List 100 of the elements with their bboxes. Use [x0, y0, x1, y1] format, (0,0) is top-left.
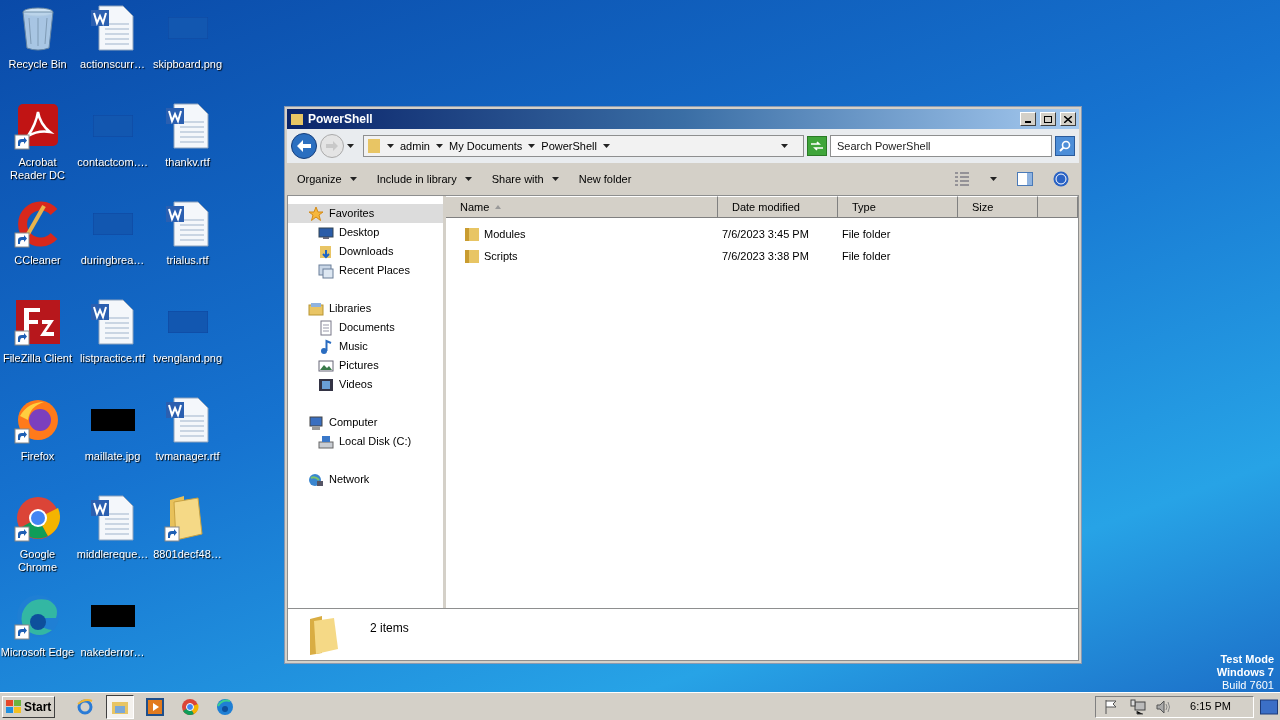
nav-item[interactable]: Music [288, 337, 443, 356]
nav-item[interactable]: Documents [288, 318, 443, 337]
breadcrumb-item[interactable]: admin [400, 137, 430, 155]
show-desktop-icon[interactable] [1260, 698, 1278, 715]
nav-item[interactable]: Favorites [288, 204, 443, 223]
desktop-icon-label[interactable]: nakederror… [80, 646, 145, 659]
desktop-icon-label[interactable]: actionscurr… [80, 58, 145, 71]
browser-icon [216, 697, 235, 716]
desktop-icon-label[interactable]: duringbrea… [80, 254, 145, 267]
browser-icon [181, 697, 200, 716]
nav-item[interactable]: Local Disk (C:) [288, 432, 443, 451]
picture-icon [318, 357, 334, 374]
desktop-icon-label[interactable]: FileZilla Client [2, 352, 73, 365]
help-icon[interactable] [1053, 171, 1069, 187]
desktop-icon-label[interactable]: Google Chrome [0, 548, 75, 574]
taskbar-button[interactable] [106, 694, 135, 719]
preview-pane-icon[interactable] [1017, 172, 1033, 186]
item-count: 2 items [370, 620, 409, 637]
volume-icon[interactable] [1156, 698, 1173, 715]
table-cell-text: File folder [841, 226, 892, 242]
search-icon [1059, 140, 1071, 152]
caret-icon [349, 177, 357, 181]
browser-icon [76, 697, 95, 716]
table-cell-text: 7/6/2023 3:45 PM [721, 226, 810, 242]
folder-icon [464, 226, 480, 242]
arrow-left-icon [297, 140, 311, 152]
table-cell-text: File folder [841, 248, 892, 264]
network-icon[interactable] [1130, 698, 1147, 715]
nav-item[interactable]: Libraries [288, 299, 443, 318]
column-header[interactable]: Size [958, 196, 1038, 218]
nav-item[interactable]: Recent Places [288, 261, 443, 280]
desktop-icon-label[interactable]: middlereque… [76, 548, 149, 561]
toolbar-button[interactable]: Share with [491, 170, 559, 188]
search-field[interactable]: Search PowerShell [830, 135, 1052, 157]
desktop-icon-label[interactable]: maillate.jpg [84, 450, 141, 463]
caret-icon [551, 177, 559, 181]
refresh-button[interactable] [807, 136, 827, 156]
caret-icon [387, 144, 394, 148]
desktop-icon-label[interactable]: Microsoft Edge [0, 646, 75, 659]
watermark-text: Windows 7 [1216, 666, 1274, 679]
nav-item[interactable]: Desktop [288, 223, 443, 242]
clock[interactable]: 6:15 PM [1190, 698, 1231, 715]
toolbar-button[interactable]: New folder [578, 170, 632, 188]
breadcrumb-item[interactable]: PowerShell [541, 137, 597, 155]
music-note-icon [318, 338, 334, 355]
desktop-icon-label[interactable]: tvengland.png [152, 352, 223, 365]
caret-icon [990, 177, 997, 181]
desktop-icon-label[interactable]: Recycle Bin [8, 58, 67, 71]
desktop-icon-label[interactable]: listpractice.rtf [80, 352, 145, 365]
caret-icon [464, 177, 472, 181]
toolbar-button[interactable]: Include in library [376, 170, 472, 188]
toolbar-button[interactable]: Organize [297, 170, 357, 188]
arrow-right-icon [326, 141, 338, 151]
desktop-icon-label[interactable]: CCleaner [14, 254, 61, 267]
desktop-icon-label[interactable]: contactcom…. [77, 156, 148, 169]
refresh-icon [810, 141, 824, 151]
watermark-text: Build 7601 [1222, 679, 1274, 692]
caret-icon [435, 144, 443, 148]
folder-icon [308, 300, 324, 317]
desktop-icon-label[interactable]: trialus.rtf [166, 254, 209, 267]
caret-icon [602, 144, 610, 148]
folder-icon [367, 138, 381, 154]
desktop-icon-label[interactable]: 8801decf48… [153, 548, 222, 561]
column-header[interactable]: Date modified [718, 196, 838, 218]
desktop-icon-label[interactable]: Acrobat Reader DC [0, 156, 75, 182]
monitor-icon [318, 224, 334, 241]
back-button[interactable] [291, 133, 317, 159]
play-icon [146, 697, 165, 716]
desktop-icon-label[interactable]: tvmanager.rtf [155, 450, 220, 463]
column-header[interactable]: Type [838, 196, 958, 218]
breadcrumb-item[interactable]: My Documents [448, 137, 523, 155]
minimize-button[interactable] [1020, 112, 1036, 126]
drive-icon [318, 433, 334, 450]
nav-item[interactable]: Downloads [288, 242, 443, 261]
maximize-icon [1044, 115, 1052, 123]
file-name[interactable]: Scripts [484, 247, 518, 265]
close-icon [1064, 115, 1072, 123]
nav-item[interactable]: Videos [288, 375, 443, 394]
nav-item[interactable]: Computer [288, 413, 443, 432]
desktop-icon-label[interactable]: Firefox [20, 450, 55, 463]
caret-icon [347, 144, 354, 148]
search-button[interactable] [1055, 136, 1075, 156]
nav-item[interactable]: Network [288, 470, 443, 489]
column-header[interactable]: Name [446, 196, 718, 218]
folder-icon [464, 248, 480, 264]
document-icon [318, 319, 334, 336]
maximize-button[interactable] [1040, 112, 1056, 126]
sort-arrow-icon [495, 205, 502, 209]
file-name[interactable]: Modules [484, 225, 526, 243]
address-bar[interactable]: admin My Documents PowerShell [363, 135, 804, 157]
folder-icon [318, 262, 334, 279]
close-button[interactable] [1060, 112, 1076, 126]
table-cell-text: 7/6/2023 3:38 PM [721, 248, 810, 264]
start-button[interactable]: Start [2, 695, 56, 718]
nav-item[interactable]: Pictures [288, 356, 443, 375]
folder-icon [318, 243, 334, 260]
desktop-icon-label[interactable]: skipboard.png [152, 58, 223, 71]
desktop-icon-label[interactable]: thankv.rtf [165, 156, 210, 169]
caret-icon [528, 144, 536, 148]
caret-icon [781, 144, 788, 148]
